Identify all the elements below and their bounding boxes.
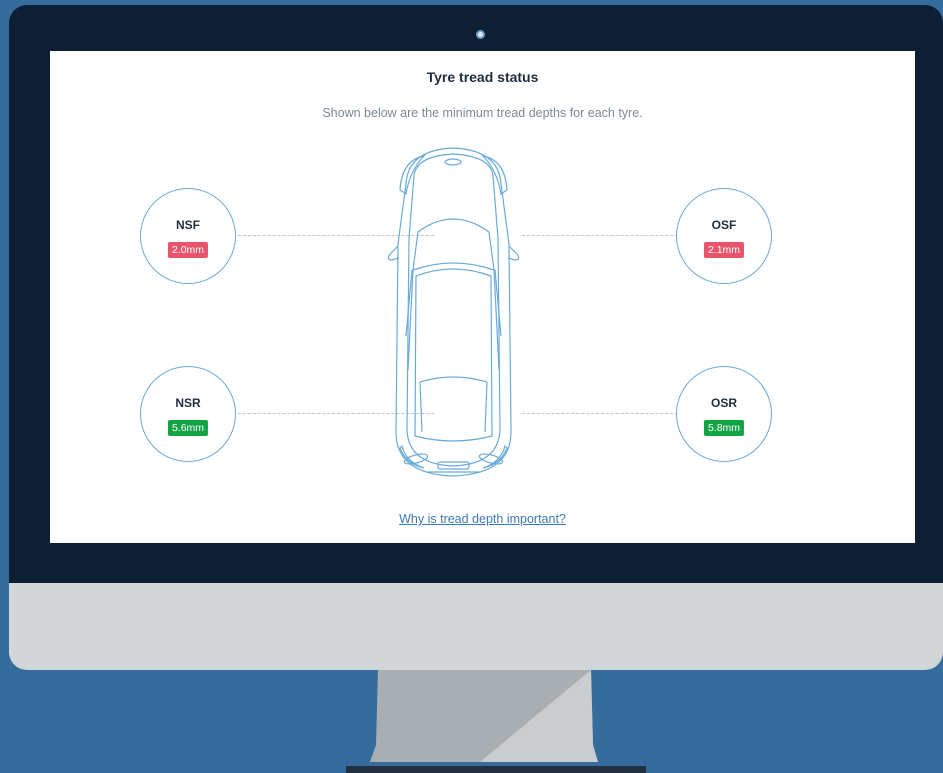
tyre-osr-label: OSR <box>710 396 737 410</box>
tyre-nsf: NSF 2.0mm <box>140 188 236 284</box>
car-top-view-icon <box>387 147 520 477</box>
screen: Tyre tread status Shown below are the mi… <box>50 51 915 543</box>
tyre-nsf-depth-badge: 2.0mm <box>167 242 209 258</box>
tyre-nsr-depth-badge: 5.6mm <box>167 420 209 436</box>
tyre-nsf-label: NSF <box>176 218 200 232</box>
tyre-osf-label: OSF <box>711 218 737 232</box>
tyre-osf-depth-badge: 2.1mm <box>703 242 745 258</box>
connector-osf <box>522 235 678 236</box>
tyre-osf: OSF 2.1mm <box>676 188 772 284</box>
tyre-osr: OSR 5.8mm <box>676 366 772 462</box>
monitor-chin <box>9 583 943 670</box>
tyre-osr-depth-badge: 5.8mm <box>703 420 745 436</box>
connector-osr <box>522 413 678 414</box>
page-subtitle: Shown below are the minimum tread depths… <box>322 106 643 120</box>
tread-depth-info-link[interactable]: Why is tread depth important? <box>50 512 915 526</box>
page-title: Tyre tread status <box>426 69 539 85</box>
tyre-nsr: NSR 5.6mm <box>140 366 236 462</box>
tyre-nsr-label: NSR <box>175 396 201 410</box>
camera-icon <box>476 30 485 39</box>
